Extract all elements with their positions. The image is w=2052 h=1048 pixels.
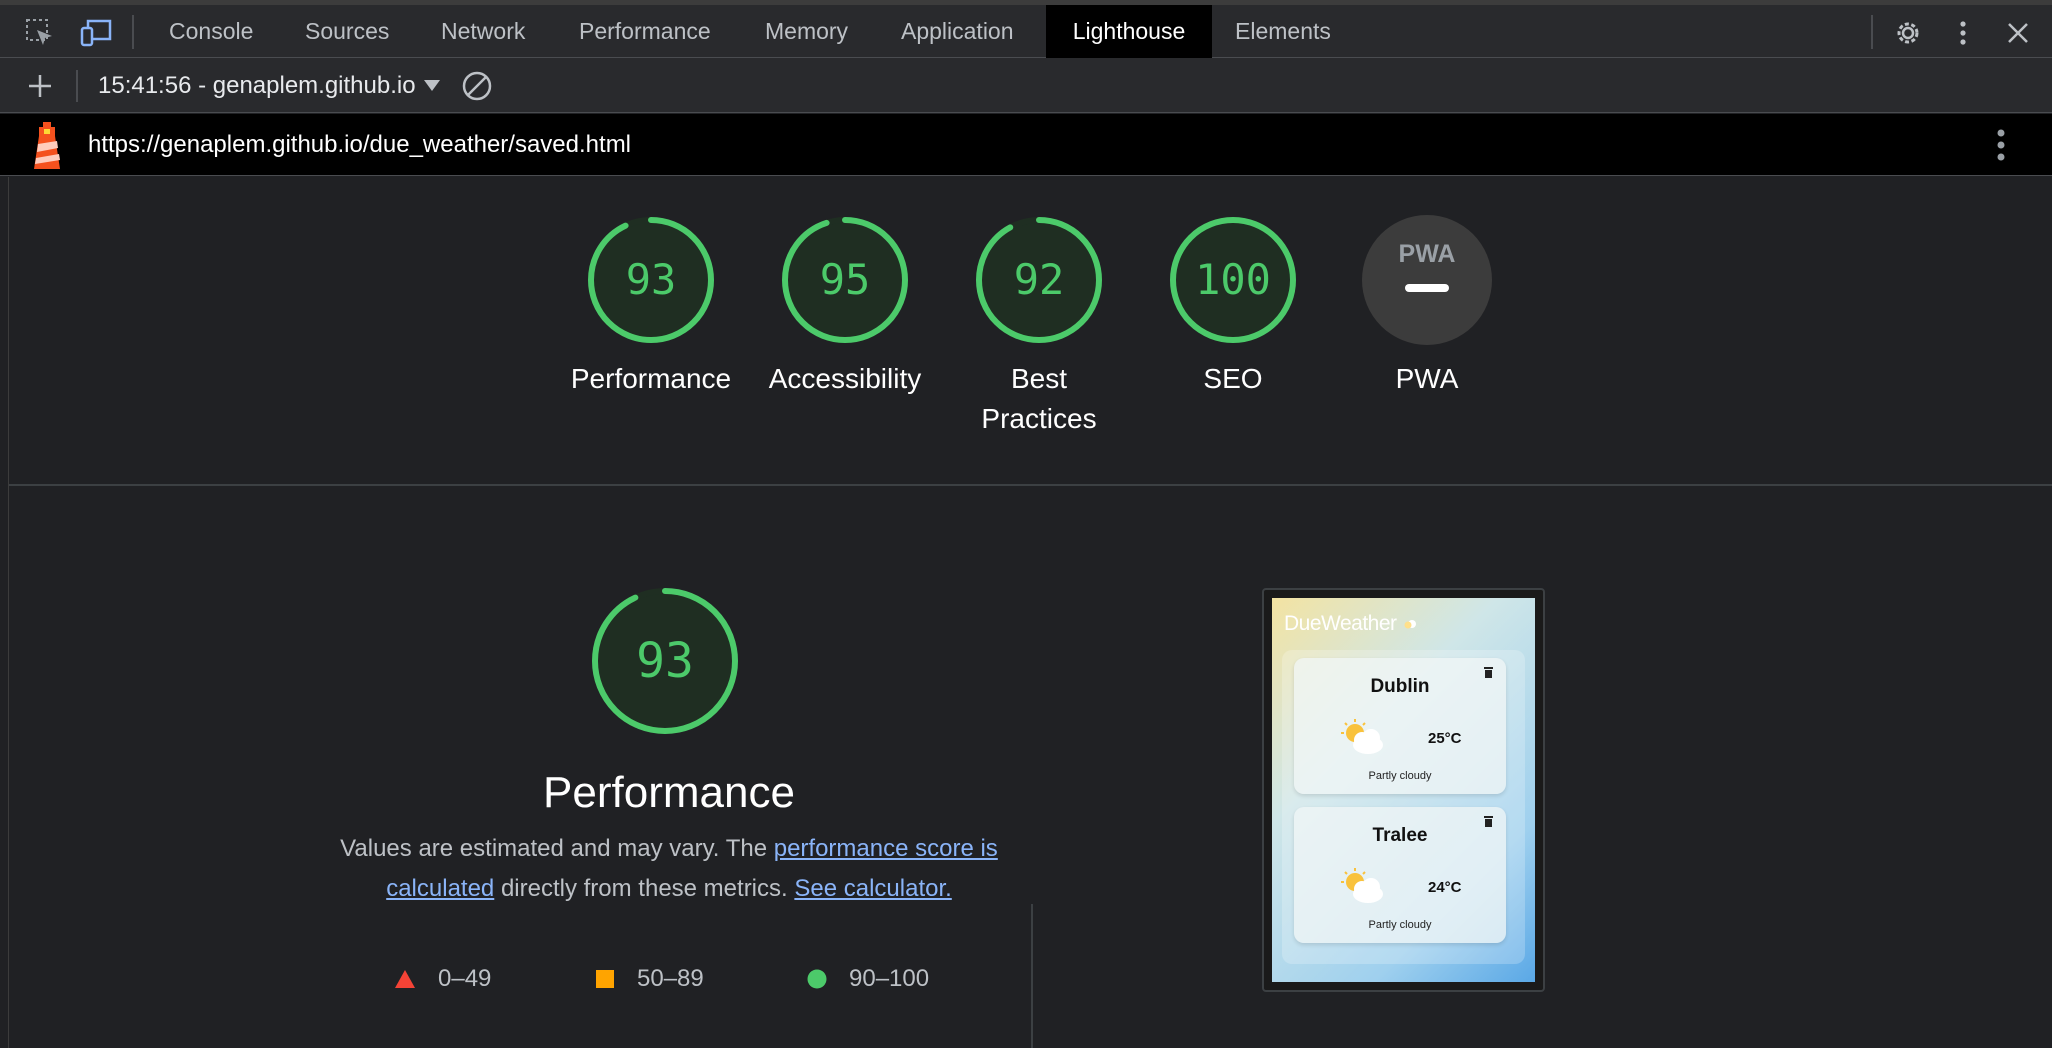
app-brand: DueWeather — [1284, 612, 1418, 636]
saved-cities-list: Dublin 25°C Partly cloudy Tralee 24°C Pa… — [1282, 650, 1525, 964]
tab-sources[interactable]: Sources — [283, 5, 411, 58]
report-url-bar: https://genaplem.github.io/due_weather/s… — [0, 114, 2052, 176]
tab-application[interactable]: Application — [879, 5, 1036, 58]
partly-cloudy-icon — [1341, 719, 1383, 754]
city-name: Dublin — [1370, 676, 1430, 697]
gauge-ring: 93 — [588, 217, 714, 343]
legend-fail: 0–49 — [394, 963, 491, 995]
tab-performance[interactable]: Performance — [557, 5, 733, 58]
gauge-ring: 100 — [1170, 217, 1296, 343]
gauge-performance[interactable]: 93 Performance — [561, 215, 741, 399]
gauge-label: PWA — [1395, 363, 1459, 394]
city-condition: Partly cloudy — [1368, 919, 1432, 931]
gauge-ring: 95 — [782, 217, 908, 343]
report-selector-label: 15:41:56 - genaplem.github.io — [98, 71, 416, 99]
gauge-score: 95 — [820, 255, 871, 304]
inspect-element-icon[interactable] — [22, 15, 58, 51]
report-selector[interactable]: 15:41:56 - genaplem.github.io — [98, 58, 440, 113]
svg-text:PWA: PWA — [1399, 240, 1456, 268]
dropdown-arrow-icon — [423, 80, 440, 91]
section-divider — [1031, 904, 1033, 1048]
circle-pass-icon — [807, 969, 827, 989]
gauge-score: 93 — [626, 255, 677, 304]
performance-score: 93 — [636, 633, 694, 689]
gauge-ring: 92 — [976, 217, 1102, 343]
score-gauges: 93 Performance 95 Accessibility 92 Best … — [9, 177, 2052, 486]
partly-cloudy-icon — [1341, 868, 1383, 903]
lighthouse-logo-icon — [30, 122, 64, 175]
brand-weather-icon — [1404, 620, 1416, 629]
legend-average: 50–89 — [595, 963, 704, 995]
pwa-badge-icon: PWA — [1362, 215, 1492, 345]
tab-lighthouse[interactable]: Lighthouse — [1046, 5, 1212, 58]
settings-gear-icon[interactable] — [1890, 15, 1926, 51]
lighthouse-report: 93 Performance 95 Accessibility 92 Best … — [8, 177, 2052, 1048]
devtools-tabbar: Console Sources Network Performance Memo… — [0, 0, 2052, 58]
see-calculator-link[interactable]: See calculator. — [794, 875, 951, 902]
final-screenshot[interactable]: DueWeather Dublin 25°C Partly cloudy Tra… — [1262, 588, 1545, 992]
performance-section: 93 Performance Values are estimated and … — [9, 488, 2052, 1048]
tab-elements[interactable]: Elements — [1213, 5, 1353, 58]
city-temp: 25°C — [1428, 730, 1462, 747]
performance-big-gauge: 93 — [590, 586, 740, 741]
gauge-label: Best Practices — [981, 363, 1097, 434]
close-devtools-icon[interactable] — [2000, 15, 2036, 51]
gauge-label: Accessibility — [768, 363, 922, 394]
city-name: Tralee — [1372, 825, 1428, 846]
gauge-seo[interactable]: 100 SEO — [1143, 215, 1323, 399]
screenshot-image: DueWeather Dublin 25°C Partly cloudy Tra… — [1272, 598, 1535, 982]
legend-pass: 90–100 — [807, 963, 929, 995]
clear-reports-icon[interactable] — [459, 68, 495, 104]
gauge-label: SEO — [1203, 363, 1263, 394]
new-report-plus-icon[interactable] — [22, 68, 58, 104]
gauge-pwa[interactable]: PWA PWA — [1337, 215, 1517, 399]
more-options-icon[interactable] — [1945, 15, 1981, 51]
report-menu-icon[interactable] — [1996, 128, 2006, 167]
performance-title: Performance — [543, 768, 795, 817]
gauge-best-practices[interactable]: 92 Best Practices — [949, 215, 1129, 439]
city-card: Dublin 25°C Partly cloudy — [1294, 658, 1506, 794]
device-toolbar-icon[interactable] — [78, 15, 114, 51]
city-condition: Partly cloudy — [1368, 770, 1432, 782]
report-url[interactable]: https://genaplem.github.io/due_weather/s… — [88, 114, 631, 176]
gauge-label: Performance — [570, 363, 732, 394]
performance-description: Values are estimated and may vary. The p… — [340, 835, 998, 902]
triangle-fail-icon — [395, 970, 415, 988]
tab-console[interactable]: Console — [147, 5, 275, 58]
city-card: Tralee 24°C Partly cloudy — [1294, 807, 1506, 943]
lighthouse-toolbar: 15:41:56 - genaplem.github.io — [0, 58, 2052, 113]
square-average-icon — [596, 970, 614, 988]
gauge-accessibility[interactable]: 95 Accessibility — [755, 215, 935, 399]
tab-memory[interactable]: Memory — [743, 5, 870, 58]
gauge-score: 100 — [1195, 255, 1271, 304]
city-temp: 24°C — [1428, 879, 1462, 896]
tab-network[interactable]: Network — [419, 5, 547, 58]
gauge-score: 92 — [1014, 255, 1065, 304]
